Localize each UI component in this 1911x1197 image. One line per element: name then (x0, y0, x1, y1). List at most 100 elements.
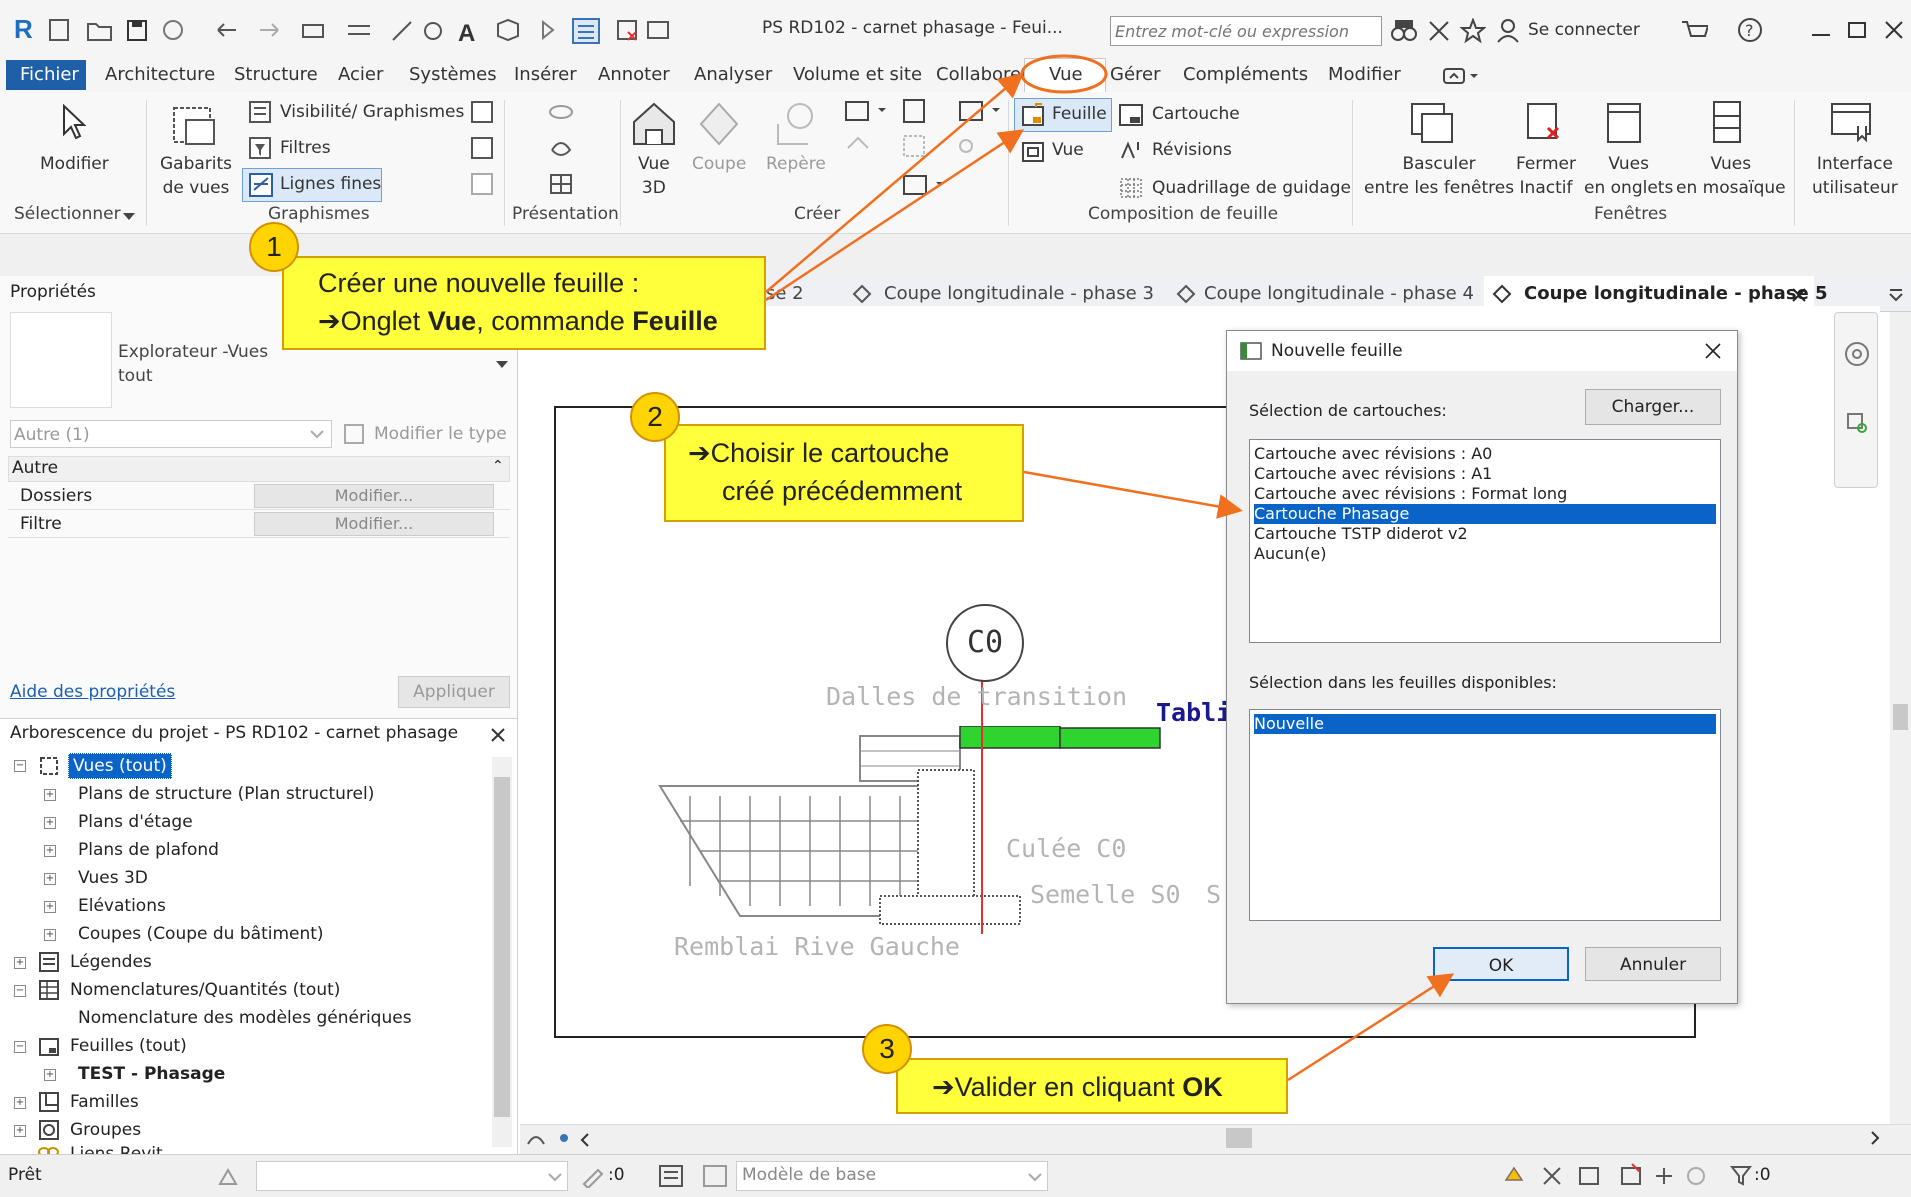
menu-volume-et-site[interactable]: Volume et site (793, 62, 922, 88)
switch-windows-button[interactable]: Basculer entre les fenêtres (1364, 152, 1514, 200)
cart-icon[interactable] (1680, 18, 1708, 44)
graphics-icon-3[interactable] (470, 172, 494, 196)
tree-item-ceiling-plans[interactable]: Plans de plafond (78, 837, 219, 863)
browser-scroll-thumb[interactable] (494, 777, 510, 1117)
menu-structure[interactable]: Structure (234, 62, 318, 88)
scroll-right-icon[interactable] (1870, 1130, 1882, 1146)
cartouche-item[interactable]: Cartouche avec révisions : Format long (1254, 484, 1716, 504)
type-selector-dropdown-icon[interactable] (496, 360, 508, 370)
section-button[interactable]: Coupe (692, 152, 746, 176)
chevron-down-icon[interactable] (548, 1173, 562, 1183)
search-input[interactable] (1110, 16, 1382, 46)
close-inactive-button[interactable]: Fermer Inactif (1516, 152, 1576, 200)
presentation-icon-2[interactable] (548, 136, 574, 160)
help-icon[interactable]: ? (1736, 16, 1764, 44)
menu-vue[interactable]: Vue (1049, 62, 1083, 88)
minimize-button[interactable] (1812, 34, 1830, 36)
ok-button[interactable]: OK (1433, 947, 1569, 981)
thin-lines-label[interactable]: Lignes fines (280, 172, 381, 196)
tab-views-icon[interactable] (1604, 98, 1644, 146)
callout-icon[interactable] (768, 100, 818, 148)
tabs-overflow-icon[interactable] (1888, 286, 1904, 302)
section-icon[interactable] (696, 100, 742, 148)
binoculars-icon[interactable] (1390, 18, 1418, 44)
user-interface-button[interactable]: Interface utilisateur (1812, 152, 1898, 200)
tab-views-button[interactable]: Vues en onglets (1584, 152, 1673, 200)
place-view-icon[interactable] (1020, 138, 1046, 164)
guide-grid-button[interactable]: Quadrillage de guidage (1152, 176, 1351, 200)
revisions-icon[interactable] (1118, 138, 1144, 164)
apply-button[interactable]: Appliquer (398, 676, 510, 708)
title-block-icon[interactable] (1118, 102, 1144, 128)
tree-root-views[interactable]: Vues (tout) (68, 753, 172, 779)
3d-view-button[interactable]: Vue 3D (638, 152, 670, 200)
tree-item-schedules[interactable]: Nomenclatures/Quantités (tout) (70, 977, 340, 1003)
close-inactive-icon[interactable] (1524, 98, 1564, 146)
design-options-2-icon[interactable] (702, 1164, 728, 1188)
close-icon[interactable] (490, 727, 506, 743)
filters-button[interactable]: Filtres (280, 136, 331, 160)
chevron-down-icon[interactable] (310, 430, 324, 440)
tree-item-legends[interactable]: Légendes (70, 949, 152, 975)
worksets-icon[interactable] (216, 1164, 242, 1188)
tree-item-sections[interactable]: Coupes (Coupe du bâtiment) (78, 921, 324, 947)
user-icon[interactable] (1496, 18, 1520, 44)
cancel-button[interactable]: Annuler (1585, 947, 1721, 981)
presentation-icon-3[interactable] (548, 172, 574, 196)
cartouche-item[interactable]: Aucun(e) (1254, 544, 1716, 564)
title-block-button[interactable]: Cartouche (1152, 102, 1240, 126)
canvas-hscroll-thumb[interactable] (1226, 1128, 1252, 1148)
menu-fichier[interactable]: Fichier (20, 62, 79, 88)
menu-modifier[interactable]: Modifier (1328, 62, 1401, 88)
tree-item-floor-plans[interactable]: Plans d'étage (78, 809, 193, 835)
tile-views-icon[interactable] (1710, 98, 1746, 146)
view-templates-icon[interactable] (168, 100, 220, 148)
zoom-icon[interactable] (1846, 412, 1870, 436)
menu-architecture[interactable]: Architecture (105, 62, 215, 88)
menu-analyser[interactable]: Analyser (694, 62, 772, 88)
tree-item-families[interactable]: Familles (70, 1089, 139, 1115)
tree-item-sheets[interactable]: Feuilles (tout) (70, 1033, 187, 1059)
view-control-icons[interactable] (524, 1126, 604, 1152)
switch-windows-icon[interactable] (1408, 98, 1456, 146)
graphics-icon-2[interactable] (470, 136, 494, 160)
menu-inserer[interactable]: Insérer (514, 62, 577, 88)
filter-edit-button[interactable]: Modifier... (254, 512, 494, 536)
chevron-down-icon[interactable] (1028, 1173, 1042, 1183)
menu-gerer[interactable]: Gérer (1110, 62, 1161, 88)
menu-annoter[interactable]: Annoter (598, 62, 670, 88)
modify-cursor-icon[interactable] (60, 104, 86, 140)
presentation-icon-1[interactable] (548, 102, 574, 122)
sheets-list[interactable]: Nouvelle (1249, 709, 1721, 921)
place-view-button[interactable]: Vue (1052, 138, 1084, 162)
filter-icon[interactable] (1730, 1164, 1752, 1188)
steering-wheel-icon[interactable] (1842, 340, 1872, 376)
3d-view-house-icon[interactable] (628, 98, 680, 150)
collapse-icon[interactable]: ⌃ (492, 458, 504, 474)
dropdown-icon[interactable] (122, 212, 136, 222)
menu-acier[interactable]: Acier (338, 62, 383, 88)
tree-item-3d-views[interactable]: Vues 3D (78, 865, 148, 891)
tile-views-button[interactable]: Vues en mosaïque (1676, 152, 1786, 200)
editable-only-icon[interactable] (580, 1164, 604, 1188)
view-templates-label[interactable]: Gabarits de vues (160, 152, 232, 200)
tree-item-elevations[interactable]: Elévations (78, 893, 166, 919)
cartouche-item[interactable]: Cartouche avec révisions : A1 (1254, 464, 1716, 484)
revisions-button[interactable]: Révisions (1152, 138, 1232, 162)
ribbon-toggle-icon[interactable] (1442, 66, 1482, 86)
properties-help-link[interactable]: Aide des propriétés (10, 682, 175, 702)
edit-type-button[interactable]: Modifier le type (374, 424, 507, 444)
edit-type-icon[interactable] (342, 422, 366, 446)
sheet-item-selected[interactable]: Nouvelle (1254, 714, 1716, 734)
quick-access-toolbar-icons[interactable]: A (48, 16, 738, 46)
close-tab-icon[interactable] (1792, 288, 1806, 302)
signin-link[interactable]: Se connecter (1528, 20, 1640, 40)
modify-button[interactable]: Modifier (40, 152, 109, 176)
graphics-icon-1[interactable] (470, 100, 494, 124)
close-window-icon[interactable] (1884, 20, 1904, 40)
load-button[interactable]: Charger... (1585, 389, 1721, 425)
filters-icon[interactable] (248, 136, 274, 160)
menu-complements[interactable]: Compléments (1183, 62, 1308, 88)
communication-icon[interactable] (1426, 18, 1452, 44)
tree-item-structure-plans[interactable]: Plans de structure (Plan structurel) (78, 781, 374, 807)
